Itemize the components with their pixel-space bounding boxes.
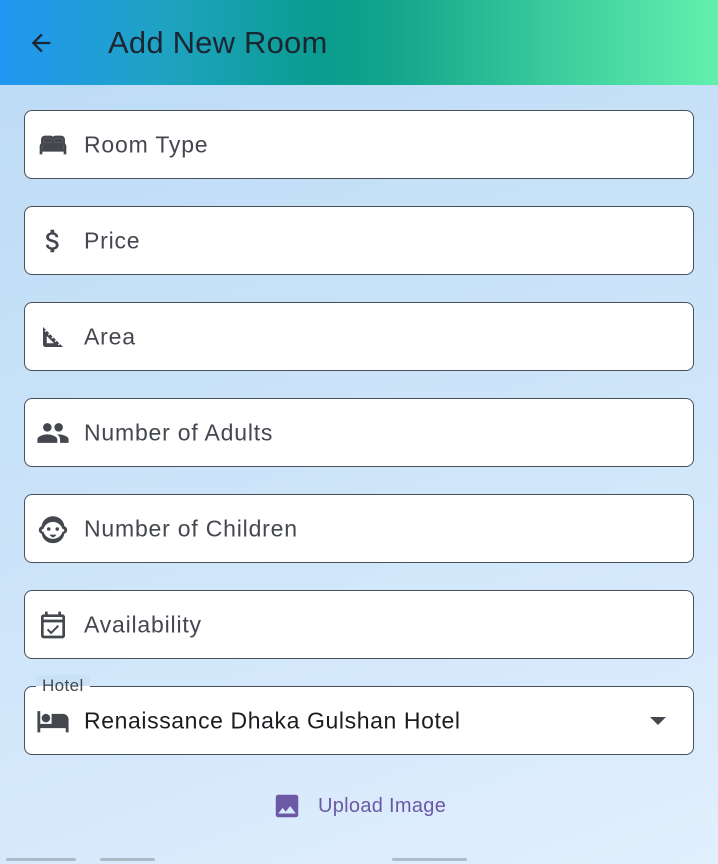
hotel-icon: [36, 704, 70, 738]
room-type-label: Room Type: [84, 131, 209, 157]
area-field[interactable]: Area: [24, 302, 694, 371]
hotel-selected-value: Renaissance Dhaka Gulshan Hotel: [84, 707, 461, 733]
page-title: Add New Room: [108, 25, 328, 60]
bottom-overflow-strip: [0, 855, 718, 864]
arrow-back-icon: [31, 33, 51, 53]
dollar-icon: [36, 224, 70, 258]
upload-image-button[interactable]: Upload Image: [262, 780, 456, 832]
availability-field[interactable]: Availability: [24, 590, 694, 659]
children-label: Number of Children: [84, 515, 298, 541]
upload-image-label: Upload Image: [318, 794, 447, 817]
bed-icon: [36, 128, 70, 162]
adults-field[interactable]: Number of Adults: [24, 398, 694, 467]
adults-label: Number of Adults: [84, 419, 274, 445]
arrow-drop-down-icon: [648, 715, 668, 727]
app-bar: Add New Room: [0, 0, 718, 85]
hotel-dropdown[interactable]: Hotel Renaissance Dhaka Gulshan Hotel: [24, 675, 694, 755]
calendar-check-icon: [36, 608, 70, 642]
square-foot-icon: [36, 320, 70, 354]
child-face-icon: [36, 512, 70, 546]
price-field[interactable]: Price: [24, 206, 694, 275]
area-label: Area: [84, 323, 136, 349]
hotel-dropdown-label: Hotel: [36, 675, 90, 697]
price-label: Price: [84, 227, 141, 253]
people-icon: [36, 416, 70, 450]
room-type-field[interactable]: Room Type: [24, 110, 694, 179]
children-field[interactable]: Number of Children: [24, 494, 694, 563]
image-icon: [275, 794, 299, 818]
back-button[interactable]: [20, 22, 62, 64]
availability-label: Availability: [84, 611, 202, 637]
